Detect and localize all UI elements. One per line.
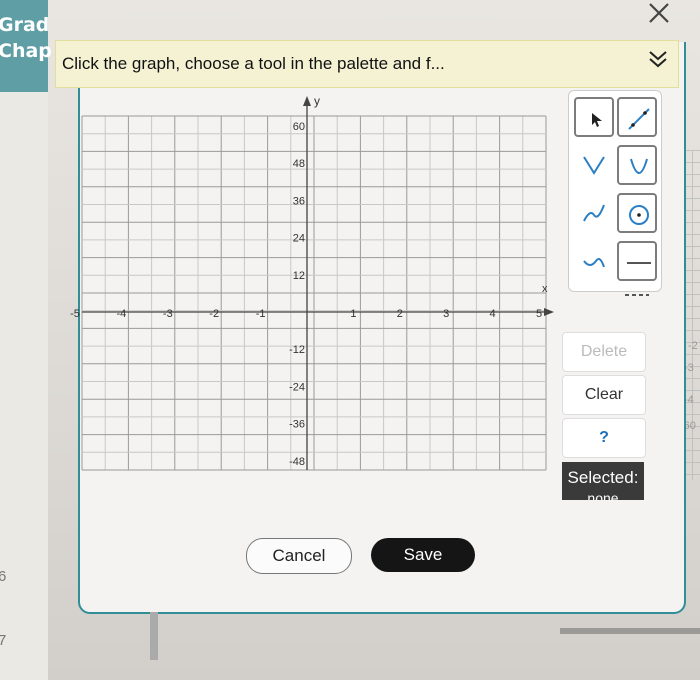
y-tick-label: 60 [293, 121, 305, 133]
solid-line-style[interactable] [617, 241, 657, 281]
background-number: 6 [0, 568, 7, 585]
cubic-tool[interactable] [574, 193, 614, 233]
background-title-top: Grad [0, 14, 50, 36]
tool-palette [568, 90, 662, 296]
dashed-line-style[interactable] [617, 285, 657, 309]
y-tick-label: -12 [289, 344, 305, 356]
x-tick-label: 3 [443, 308, 449, 320]
y-tick-label: -24 [289, 381, 305, 393]
background-number: 7 [0, 632, 7, 649]
x-tick-label: -3 [163, 308, 173, 320]
y-tick-label: 24 [293, 233, 305, 245]
cancel-button[interactable]: Cancel [246, 538, 352, 574]
graph-area[interactable]: y x -5 -4 -3 -2 -1 1 2 3 4 5 60 48 36 24 12 -12 -24 -36-… [70, 90, 570, 505]
selected-label: Selected: [567, 468, 639, 487]
save-button[interactable]: Save [371, 538, 475, 572]
background-bar [150, 612, 158, 660]
absolute-value-tool[interactable] [574, 145, 614, 185]
y-tick-label: 36 [293, 195, 305, 207]
x-tick-label: 4 [490, 308, 496, 320]
x-tick-label: -5 [70, 308, 80, 320]
close-icon[interactable] [646, 0, 672, 26]
selected-panel: Selected: none [562, 462, 644, 500]
y-axis-label: y [314, 94, 320, 108]
circle-tool[interactable] [617, 193, 657, 233]
line-tool[interactable] [617, 97, 657, 137]
y-tick-label: 12 [293, 270, 305, 282]
x-tick-label: -4 [117, 308, 127, 320]
delete-button[interactable]: Delete [562, 332, 646, 372]
background-graph-label: -2 [688, 340, 698, 352]
pointer-tool[interactable] [574, 97, 614, 137]
instruction-text: Click the graph, choose a tool in the pa… [62, 54, 445, 73]
y-tick-label: -36 [289, 419, 305, 431]
x-tick-label: 1 [350, 308, 356, 320]
exponential-tool[interactable] [574, 241, 614, 281]
coordinate-grid[interactable]: y x -5 -4 -3 -2 -1 1 2 3 4 5 6048362412-12-24-36-… [70, 90, 570, 505]
x-tick-label: 5 [536, 308, 542, 320]
y-tick-label: -48 [289, 456, 305, 468]
x-axis-label: x [542, 283, 548, 295]
x-tick-label: -1 [256, 308, 266, 320]
x-tick-label: 2 [397, 308, 403, 320]
clear-button[interactable]: Clear [562, 375, 646, 415]
background-bar [560, 628, 700, 634]
help-button[interactable]: ? [562, 418, 646, 458]
background-left [0, 0, 48, 680]
chevron-down-icon[interactable] [646, 47, 670, 71]
x-tick-label: -2 [209, 308, 219, 320]
parabola-tool[interactable] [617, 145, 657, 185]
background-title-bottom: Chap [0, 40, 52, 62]
selected-value: none [587, 490, 619, 500]
y-tick-label: 48 [293, 158, 305, 170]
